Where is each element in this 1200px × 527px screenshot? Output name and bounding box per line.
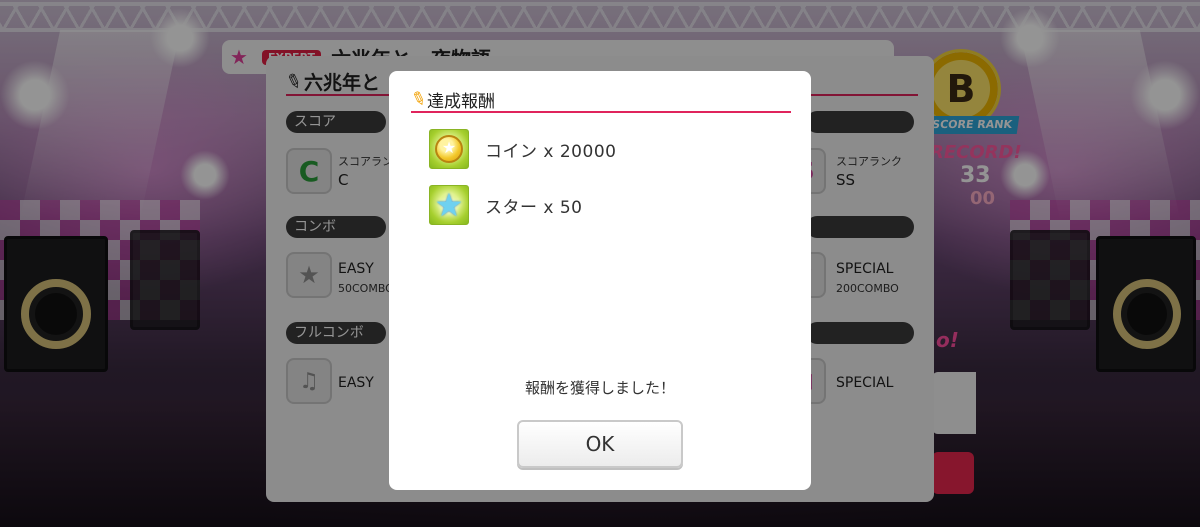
reward-item-coin: ★ コイン x 20000 <box>429 129 616 169</box>
reward-coin-label: コイン x 20000 <box>485 141 617 162</box>
reward-star-label: スター x 50 <box>485 197 583 218</box>
reward-dialog: ✎ 達成報酬 ★ コイン x 20000 ★ スター x 50 報酬を獲得しまし… <box>389 71 811 490</box>
star-icon: ★ <box>429 185 469 225</box>
ok-button[interactable]: OK <box>517 420 683 468</box>
ok-button-label: OK <box>585 432 615 456</box>
reward-dialog-title: 達成報酬 <box>427 91 495 112</box>
reward-item-star: ★ スター x 50 <box>429 185 583 225</box>
pencil-icon: ✎ <box>407 86 430 112</box>
reward-dialog-header: ✎ 達成報酬 <box>407 86 791 113</box>
reward-message: 報酬を獲得しました！ <box>524 379 675 397</box>
coin-icon: ★ <box>429 129 469 169</box>
